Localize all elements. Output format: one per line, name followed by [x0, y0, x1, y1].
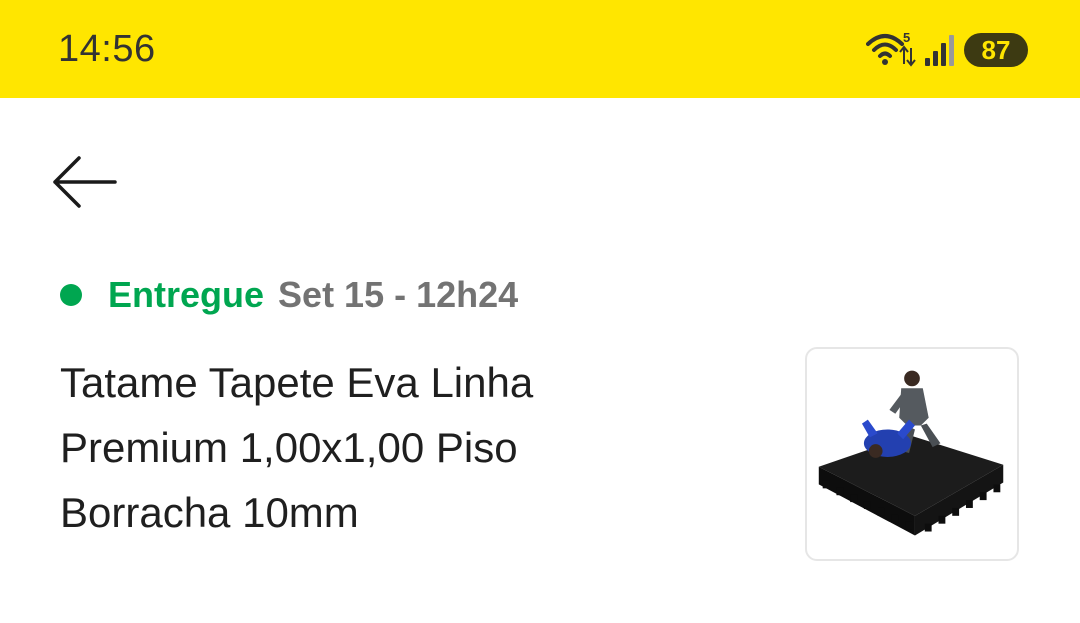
- arrow-left-icon: [53, 156, 117, 208]
- status-time: 14:56: [58, 28, 156, 70]
- tatame-mat-image: [818, 370, 1004, 536]
- order-status: Entregue Set 15 - 12h24: [60, 272, 518, 318]
- status-bar: 14:56 5 87: [0, 0, 1080, 98]
- product-title-line: Borracha 10mm: [60, 489, 359, 536]
- status-label: Entregue: [108, 274, 265, 315]
- product-title[interactable]: Tatame Tapete Eva Linha Premium 1,00x1,0…: [60, 350, 700, 545]
- status-dot-icon: [60, 284, 82, 306]
- cellular-signal-icon: [925, 35, 954, 66]
- battery-indicator: 87: [964, 33, 1028, 67]
- wifi-5g-icon: 5: [866, 30, 916, 67]
- back-button[interactable]: [44, 146, 124, 218]
- product-thumbnail[interactable]: [805, 347, 1019, 561]
- status-date: Set 15 - 12h24: [278, 274, 519, 315]
- svg-text:5: 5: [903, 30, 910, 45]
- product-title-line: Premium 1,00x1,00 Piso: [60, 424, 518, 471]
- product-title-line: Tatame Tapete Eva Linha: [60, 359, 534, 406]
